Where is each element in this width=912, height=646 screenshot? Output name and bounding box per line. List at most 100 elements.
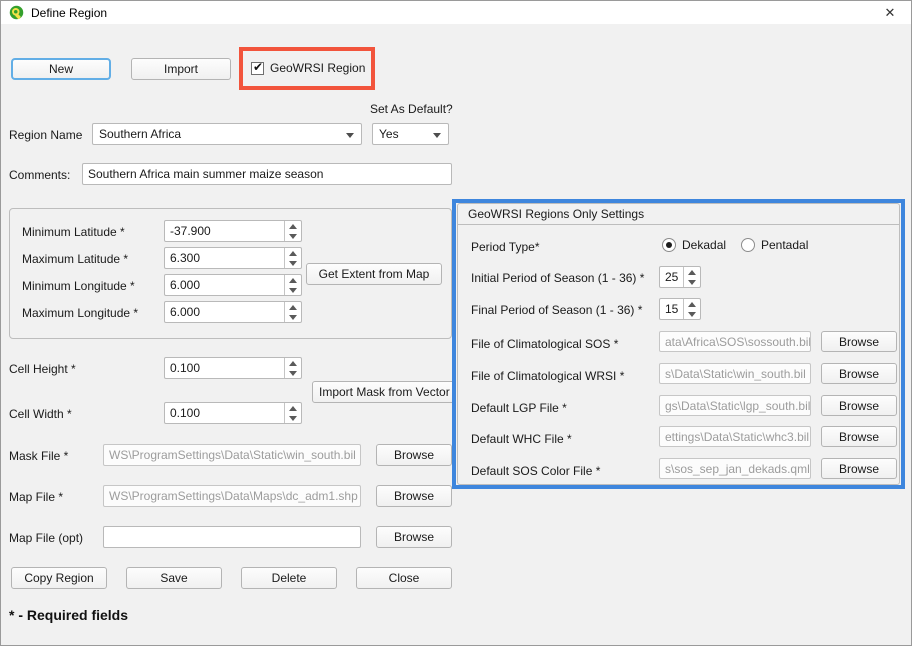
checkbox-checked-icon[interactable]: ✔ xyxy=(251,62,264,75)
min-longitude-label: Minimum Longitude * xyxy=(22,279,135,293)
set-as-default-value: Yes xyxy=(379,127,399,141)
spin-down-icon[interactable] xyxy=(285,231,301,241)
default-whc-file-input[interactable]: ettings\Data\Static\whc3.bil xyxy=(659,426,811,447)
close-button[interactable]: Close xyxy=(356,567,452,589)
map-file-browse-button[interactable]: Browse xyxy=(376,485,452,507)
final-period-value: 15 xyxy=(660,299,683,319)
max-latitude-value: 6.300 xyxy=(165,248,284,268)
map-file-opt-label: Map File (opt) xyxy=(9,531,83,545)
spin-down-icon[interactable] xyxy=(285,258,301,268)
default-lgp-browse-button[interactable]: Browse xyxy=(821,395,897,416)
window-title: Define Region xyxy=(31,6,107,20)
cell-height-spinner[interactable]: 0.100 xyxy=(164,357,302,379)
clim-sos-browse-button[interactable]: Browse xyxy=(821,331,897,352)
close-icon[interactable]: ✕ xyxy=(875,1,905,24)
spin-up-icon[interactable] xyxy=(285,403,301,413)
spin-up-icon[interactable] xyxy=(684,267,700,277)
max-latitude-label: Maximum Latitude * xyxy=(22,252,128,266)
spin-down-icon[interactable] xyxy=(684,277,700,287)
cell-width-value: 0.100 xyxy=(165,403,284,423)
map-file-input[interactable]: WS\ProgramSettings\Data\Maps\dc_adm1.shp xyxy=(103,485,361,507)
dekadal-label: Dekadal xyxy=(682,238,726,252)
min-longitude-spinner[interactable]: 6.000 xyxy=(164,274,302,296)
delete-button[interactable]: Delete xyxy=(241,567,337,589)
import-button[interactable]: Import xyxy=(131,58,231,80)
min-latitude-label: Minimum Latitude * xyxy=(22,225,125,239)
mask-file-label: Mask File * xyxy=(9,449,68,463)
mask-file-input[interactable]: WS\ProgramSettings\Data\Static\win_south… xyxy=(103,444,361,466)
default-lgp-file-input[interactable]: gs\Data\Static\lgp_south.bil xyxy=(659,395,811,416)
max-longitude-spinner[interactable]: 6.000 xyxy=(164,301,302,323)
cell-height-label: Cell Height * xyxy=(9,362,76,376)
clim-wrsi-file-label: File of Climatological WRSI * xyxy=(471,369,624,383)
map-file-label: Map File * xyxy=(9,490,63,504)
checkbox-label: GeoWRSI Region xyxy=(270,61,365,75)
spinner-buttons xyxy=(284,403,301,423)
radio-pentadal[interactable]: Pentadal xyxy=(741,238,808,252)
spin-up-icon[interactable] xyxy=(285,248,301,258)
clim-sos-file-label: File of Climatological SOS * xyxy=(471,337,618,351)
default-whc-browse-button[interactable]: Browse xyxy=(821,426,897,447)
set-as-default-label: Set As Default? xyxy=(370,102,450,116)
comments-input[interactable]: Southern Africa main summer maize season xyxy=(82,163,452,185)
spin-up-icon[interactable] xyxy=(285,275,301,285)
radio-unselected-icon xyxy=(741,238,755,252)
titlebar: Define Region ✕ xyxy=(1,1,911,24)
cell-width-spinner[interactable]: 0.100 xyxy=(164,402,302,424)
spin-down-icon[interactable] xyxy=(285,285,301,295)
initial-period-spinner[interactable]: 25 xyxy=(659,266,701,288)
initial-period-value: 25 xyxy=(660,267,683,287)
clim-wrsi-file-input[interactable]: s\Data\Static\win_south.bil xyxy=(659,363,811,384)
radio-dekadal[interactable]: Dekadal xyxy=(662,238,726,252)
region-name-value: Southern Africa xyxy=(99,127,181,141)
region-name-select[interactable]: Southern Africa xyxy=(92,123,362,145)
clim-sos-file-input[interactable]: ata\Africa\SOS\sossouth.bil xyxy=(659,331,811,352)
copy-region-button[interactable]: Copy Region xyxy=(11,567,107,589)
default-sos-color-file-input[interactable]: s\sos_sep_jan_dekads.qml xyxy=(659,458,811,479)
spin-up-icon[interactable] xyxy=(285,358,301,368)
clim-wrsi-browse-button[interactable]: Browse xyxy=(821,363,897,384)
spinner-buttons xyxy=(683,299,700,319)
import-mask-from-vector-button[interactable]: Import Mask from Vector xyxy=(312,381,456,403)
mask-file-browse-button[interactable]: Browse xyxy=(376,444,452,466)
min-longitude-value: 6.000 xyxy=(165,275,284,295)
spin-down-icon[interactable] xyxy=(684,309,700,319)
chevron-down-icon xyxy=(346,133,354,138)
default-whc-file-label: Default WHC File * xyxy=(471,432,572,446)
spin-up-icon[interactable] xyxy=(684,299,700,309)
final-period-spinner[interactable]: 15 xyxy=(659,298,701,320)
geowrsi-region-checkbox[interactable]: ✔ GeoWRSI Region xyxy=(251,61,365,75)
new-button[interactable]: New xyxy=(11,58,111,80)
min-latitude-spinner[interactable]: -37.900 xyxy=(164,220,302,242)
spin-up-icon[interactable] xyxy=(285,221,301,231)
get-extent-from-map-button[interactable]: Get Extent from Map xyxy=(306,263,442,285)
final-period-label: Final Period of Season (1 - 36) * xyxy=(471,303,642,317)
max-latitude-spinner[interactable]: 6.300 xyxy=(164,247,302,269)
default-sos-color-file-label: Default SOS Color File * xyxy=(471,464,600,478)
cell-height-value: 0.100 xyxy=(165,358,284,378)
region-name-label: Region Name xyxy=(9,128,82,142)
spin-down-icon[interactable] xyxy=(285,413,301,423)
chevron-down-icon xyxy=(433,133,441,138)
map-file-opt-browse-button[interactable]: Browse xyxy=(376,526,452,548)
radio-selected-icon xyxy=(662,238,676,252)
spin-down-icon[interactable] xyxy=(285,312,301,322)
spinner-buttons xyxy=(284,275,301,295)
initial-period-label: Initial Period of Season (1 - 36) * xyxy=(471,271,644,285)
spin-up-icon[interactable] xyxy=(285,302,301,312)
required-fields-note: * - Required fields xyxy=(9,607,128,623)
spinner-buttons xyxy=(683,267,700,287)
set-as-default-select[interactable]: Yes xyxy=(372,123,449,145)
min-latitude-value: -37.900 xyxy=(165,221,284,241)
save-button[interactable]: Save xyxy=(126,567,222,589)
spin-down-icon[interactable] xyxy=(285,368,301,378)
map-file-opt-input[interactable] xyxy=(103,526,361,548)
max-longitude-value: 6.000 xyxy=(165,302,284,322)
default-lgp-file-label: Default LGP File * xyxy=(471,401,567,415)
pentadal-label: Pentadal xyxy=(761,238,808,252)
geowrsi-settings-title: GeoWRSI Regions Only Settings xyxy=(458,204,899,225)
spinner-buttons xyxy=(284,248,301,268)
default-sos-color-browse-button[interactable]: Browse xyxy=(821,458,897,479)
define-region-dialog: Define Region ✕ New Import ✔ GeoWRSI Reg… xyxy=(0,0,912,646)
spinner-buttons xyxy=(284,302,301,322)
